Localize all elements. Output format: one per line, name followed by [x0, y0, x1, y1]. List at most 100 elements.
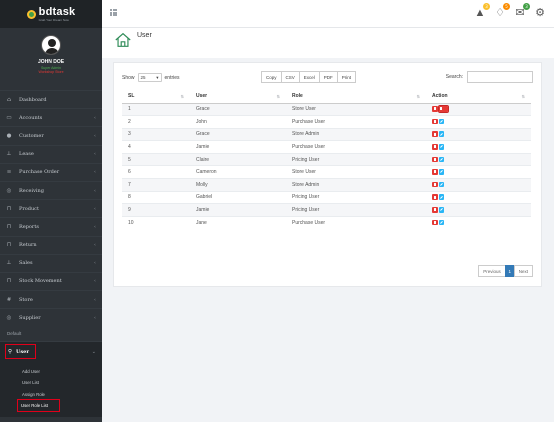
cell-action: [426, 102, 531, 116]
brand-tagline: Grab Your Dream Now: [38, 17, 69, 22]
gear-icon[interactable]: ⚙: [534, 7, 546, 19]
sidebar-item-sales[interactable]: ⊥ Sales ‹: [0, 253, 102, 272]
delete-icon[interactable]: [432, 131, 438, 137]
column-header-role[interactable]: Role ⇅: [286, 90, 426, 104]
next-button[interactable]: Next: [513, 265, 533, 277]
user-table-panel: Show 25 ▾ entries Copy CSV Excel PDF Pri…: [113, 62, 542, 287]
page-header: User: [102, 28, 554, 58]
submenu-item-user-role-list[interactable]: User Role List: [17, 398, 60, 412]
edit-icon[interactable]: [438, 169, 444, 175]
edit-icon[interactable]: [438, 144, 444, 150]
search-input[interactable]: [467, 71, 533, 83]
sidebar-item-product[interactable]: ⊓ Product ‹: [0, 199, 102, 217]
cell-sl: 4: [122, 140, 190, 154]
cell-user: Grace: [190, 102, 286, 116]
sidebar-item-reports[interactable]: ⊓ Reports ‹: [0, 217, 102, 235]
profile-name: JOHN DOE: [37, 59, 65, 65]
profile-store: Workshop Store: [38, 70, 64, 74]
column-header-action[interactable]: Action ⇅: [426, 90, 531, 104]
sidebar-item-user[interactable]: ⚲ User ⌄: [0, 341, 102, 362]
table-row: 2 John Purchase User: [122, 115, 531, 129]
cell-sl: 6: [122, 165, 190, 179]
cell-role: Purchase User: [286, 140, 426, 154]
table-body: 1 Grace Store User 2 John Purchase User …: [122, 102, 531, 229]
sidebar-item-lease[interactable]: ⊥ Lease ‹: [0, 144, 102, 163]
table-row: 7 Molly Store Admin: [122, 178, 531, 192]
sidebar-item-purchase-order[interactable]: ≡ Purchase Order ‹: [0, 162, 102, 181]
delete-icon[interactable]: [432, 144, 438, 150]
bell-icon[interactable]: ♢ 5: [494, 3, 510, 19]
sidebar-item-label: Purchase Order: [19, 169, 60, 176]
delete-icon[interactable]: [432, 181, 438, 188]
copy-button[interactable]: Copy: [261, 71, 282, 83]
sidebar-item-supplier[interactable]: ◎ Supplier ‹: [0, 308, 102, 326]
cell-role: Store User: [286, 165, 426, 179]
delete-icon[interactable]: [432, 194, 438, 200]
sidebar-item-return[interactable]: ⊓ Return ‹: [0, 235, 102, 254]
page-title: User: [137, 32, 152, 39]
home-icon: ⌂: [6, 96, 12, 103]
sidebar-item-store[interactable]: # Store ‹: [0, 290, 102, 308]
submenu-item-assign-role[interactable]: Assign Role: [0, 388, 102, 400]
delete-icon[interactable]: [432, 169, 438, 175]
previous-button[interactable]: Previous: [478, 265, 506, 277]
delete-icon[interactable]: [432, 118, 438, 125]
print-button[interactable]: Print: [336, 71, 357, 83]
brand[interactable]: bdtask Grab Your Dream Now: [0, 0, 102, 28]
submenu-item-user-list[interactable]: User List: [0, 377, 102, 389]
mail-icon[interactable]: ✉ 3: [514, 3, 530, 19]
delete-icon[interactable]: [432, 106, 438, 112]
cell-sl: 7: [122, 178, 190, 192]
eye-icon: ◎: [6, 187, 12, 194]
sidebar-item-receiving[interactable]: ◎ Receiving ‹: [0, 180, 102, 199]
edit-icon[interactable]: [438, 194, 444, 200]
supplier-icon: ◎: [6, 314, 12, 321]
sidebar-section-default: Default: [7, 331, 22, 337]
column-header-sl[interactable]: SL ⇅: [122, 90, 190, 104]
sidebar-item-label: Supplier: [19, 314, 41, 321]
chevron-left-icon: ‹: [94, 260, 96, 267]
cell-user: Jamie: [190, 140, 286, 154]
delete-confirm-icon[interactable]: [437, 105, 449, 113]
sidebar-item-label: Stock Movement: [19, 278, 62, 285]
delete-icon[interactable]: [432, 207, 438, 213]
sidebar-item-label: Reports: [19, 223, 39, 230]
delete-icon[interactable]: [432, 219, 438, 226]
cell-user: Molly: [190, 178, 286, 192]
menu-grid-icon[interactable]: [110, 9, 117, 16]
delete-icon[interactable]: [432, 156, 438, 163]
cell-sl: 10: [122, 215, 190, 229]
avatar[interactable]: [41, 35, 61, 55]
chevron-left-icon: ‹: [94, 242, 96, 249]
sidebar-item-label: Product: [19, 205, 39, 212]
entries-select[interactable]: 25 ▾: [137, 73, 162, 82]
cell-user: John: [190, 115, 286, 129]
entries-value: 25: [140, 75, 146, 80]
cell-role: Pricing User: [286, 190, 426, 204]
edit-icon[interactable]: [438, 118, 444, 125]
sidebar-item-label: Customer: [19, 132, 44, 139]
excel-button[interactable]: Excel: [298, 71, 320, 83]
alert-icon[interactable]: ▲ 3: [474, 3, 490, 19]
edit-icon[interactable]: [438, 207, 444, 213]
cell-role: Store User: [286, 102, 426, 116]
column-header-user[interactable]: User ⇅: [190, 90, 286, 104]
edit-icon[interactable]: [438, 156, 444, 163]
csv-button[interactable]: CSV: [280, 71, 300, 83]
user-menu-highlight: ⚲ User: [5, 344, 36, 360]
sidebar-item-accounts[interactable]: ▭ Accounts ‹: [0, 108, 102, 126]
pdf-button[interactable]: PDF: [318, 71, 338, 83]
edit-icon[interactable]: [438, 181, 444, 188]
cell-role: Store Admin: [286, 178, 426, 192]
chevron-left-icon: ‹: [94, 205, 96, 212]
submenu-item-add-user[interactable]: Add User: [0, 365, 102, 377]
pagination: Previous 1 Next: [478, 265, 533, 277]
table-row: 3 Grace Store Admin: [122, 127, 531, 141]
edit-icon[interactable]: [438, 131, 444, 137]
sidebar-item-customer[interactable]: ● Customer ‹: [0, 126, 102, 144]
edit-icon[interactable]: [438, 219, 444, 226]
sidebar-item-stock-movement[interactable]: ⊓ Stock Movement ‹: [0, 271, 102, 290]
sort-icon: ⇅: [180, 94, 184, 99]
sort-icon: ⇅: [521, 94, 525, 99]
sidebar-item-dashboard[interactable]: ⌂ Dashboard: [0, 90, 102, 108]
